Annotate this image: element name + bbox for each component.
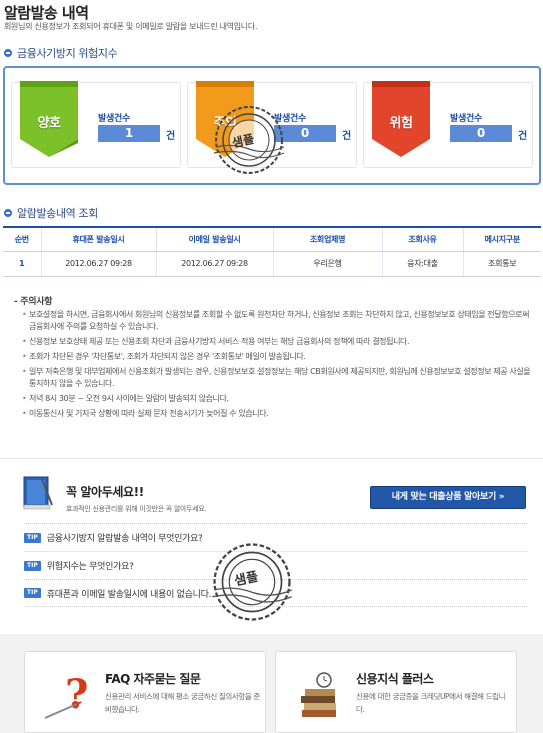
column-header: 이메일 발송일시 xyxy=(156,226,274,252)
column-header: 순번 xyxy=(3,226,42,252)
table-cell: 2012.06.27 09:28 xyxy=(41,251,157,277)
notice-item: 일부 저축은행 및 대부업체에서 신용조회가 발생되는 경우, 신용정보보호 설… xyxy=(22,366,536,390)
question-icon: ? xyxy=(37,666,97,726)
count-value: 1 xyxy=(98,125,160,142)
tip-link[interactable]: 금융사기방지 알람발송 내역이 무엇인가요? xyxy=(47,531,203,544)
section-bullet-icon xyxy=(4,49,12,57)
history-section-title: 알람발송내역 조회 xyxy=(17,207,98,220)
tip-badge: TIP xyxy=(24,560,41,571)
column-header: 조회사유 xyxy=(382,226,464,252)
risk-card-danger: 위험 발생건수 0 건 xyxy=(363,81,533,168)
table-header-row: 순번 휴대폰 발송일시 이메일 발송일시 조회업체명 조회사유 메시지구분 xyxy=(3,226,541,252)
risk-status-label: 주의 xyxy=(213,116,237,131)
notice-list: 보호설정을 하시면, 금융회사에서 회원님의 신용정보를 조회할 수 없도록 원… xyxy=(22,309,536,423)
tip-link[interactable]: 휴대폰과 이메일 발송일시에 내용이 없습니다. xyxy=(47,587,212,600)
column-header: 조회업체명 xyxy=(273,226,383,252)
tip-badge: TIP xyxy=(24,532,41,543)
notice-item: 조회가 차단된 경우 '차단통보', 조회가 차단되지 않은 경우 '조회통보'… xyxy=(22,351,536,363)
risk-status-label: 위험 xyxy=(389,116,413,131)
notice-item: 이동통신사 및 기지국 상황에 따라 실제 문자 전송시기가 늦어질 수 있습니… xyxy=(22,408,536,420)
notice-item: 보호설정을 하시면, 금융회사에서 회원님의 신용정보를 조회할 수 없도록 원… xyxy=(22,309,536,333)
table-row[interactable]: 1 2012.06.27 09:28 2012.06.27 09:28 우리은행… xyxy=(3,251,541,277)
count-label: 발생건수 xyxy=(98,114,130,124)
tip-item[interactable]: TIP 위험지수는 무엇인가요? xyxy=(24,551,527,579)
risk-card-good: 양호 발생건수 1 건 xyxy=(11,81,181,168)
count-value: 0 xyxy=(450,125,512,142)
column-header: 메시지구분 xyxy=(463,226,541,252)
tips-heading: 꼭 알아두세요!! xyxy=(66,485,144,499)
credit-knowledge-card[interactable]: 신용지식 플러스 신용에 대한 궁금증을 크레딧UP에서 해결해 드립니다. xyxy=(275,651,517,733)
notice-title: - 주의사항 xyxy=(14,297,53,307)
svg-text:?: ? xyxy=(65,671,88,718)
table-cell: 우리은행 xyxy=(273,251,383,277)
table-cell: 2012.06.27 09:28 xyxy=(156,251,274,277)
loan-products-button[interactable]: 내게 맞는 대출상품 알아보기 » xyxy=(370,486,526,509)
table-cell: 융자:대출 xyxy=(382,251,464,277)
promo-title: FAQ 자주묻는 질문 xyxy=(105,672,201,686)
promo-description: 신용에 대한 궁금증을 크레딧UP에서 해결해 드립니다. xyxy=(356,692,506,714)
risk-index-panel: 양호 발생건수 1 건 주의 발생건수 0 건 위험 발생건수 0 건 xyxy=(3,66,541,185)
page-title: 알람발송 내역 xyxy=(4,4,89,22)
green-flag-icon: 양호 xyxy=(20,81,78,157)
tip-item[interactable]: TIP 금융사기방지 알람발송 내역이 무엇인가요? xyxy=(24,523,527,551)
count-unit: 건 xyxy=(342,131,352,142)
tip-badge: TIP xyxy=(24,588,41,598)
red-flag-icon: 위험 xyxy=(372,81,430,157)
history-section-heading: 알람발송내역 조회 xyxy=(4,205,98,221)
count-value: 0 xyxy=(274,125,336,142)
risk-section-heading: 금융사기방지 위험지수 xyxy=(4,45,118,61)
tips-panel: 꼭 알아두세요!! 효과적인 신용관리를 위해 이것만은 꼭 알아두세요. 내게… xyxy=(0,458,543,634)
tips-subheading: 효과적인 신용관리를 위해 이것만은 꼭 알아두세요. xyxy=(66,505,207,513)
promo-band: ? FAQ 자주묻는 질문 신용관리 서비스에 대해 평소 궁금하신 질의사항을… xyxy=(0,634,543,733)
alarm-history-table: 순번 휴대폰 발송일시 이메일 발송일시 조회업체명 조회사유 메시지구분 1 … xyxy=(3,226,541,277)
tip-item[interactable]: TIP 휴대폰과 이메일 발송일시에 내용이 없습니다. xyxy=(24,579,527,607)
risk-section-title: 금융사기방지 위험지수 xyxy=(17,47,118,60)
risk-card-caution: 주의 발생건수 0 건 xyxy=(187,81,357,168)
page-description: 회원님의 신용정보가 조회되어 휴대폰 및 이메일로 알람을 보내드린 내역입니… xyxy=(4,22,258,31)
promo-description: 신용관리 서비스에 대해 평소 궁금하신 질의사항을 준비했습니다. xyxy=(105,692,260,714)
faq-card[interactable]: ? FAQ 자주묻는 질문 신용관리 서비스에 대해 평소 궁금하신 질의사항을… xyxy=(24,651,266,733)
count-label: 발생건수 xyxy=(274,114,306,124)
count-unit: 건 xyxy=(518,131,528,142)
count-unit: 건 xyxy=(166,131,176,142)
book-icon xyxy=(20,475,54,511)
books-icon xyxy=(288,666,348,726)
section-bullet-icon xyxy=(4,209,12,217)
count-label: 발생건수 xyxy=(450,114,482,124)
notice-item: 신용정보 보호상태 제공 또는 신용조회 차단과 금융사기방지 서비스 적용 여… xyxy=(22,336,536,348)
tip-link[interactable]: 위험지수는 무엇인가요? xyxy=(47,559,134,572)
notice-item: 저녁 8시 30분 ~ 오전 9시 사이에는 알람이 발송되지 않습니다. xyxy=(22,393,536,405)
risk-status-label: 양호 xyxy=(37,116,61,131)
table-cell: 1 xyxy=(3,251,42,277)
table-cell: 조회통보 xyxy=(463,251,541,277)
promo-title: 신용지식 플러스 xyxy=(356,672,434,686)
column-header: 휴대폰 발송일시 xyxy=(41,226,157,252)
